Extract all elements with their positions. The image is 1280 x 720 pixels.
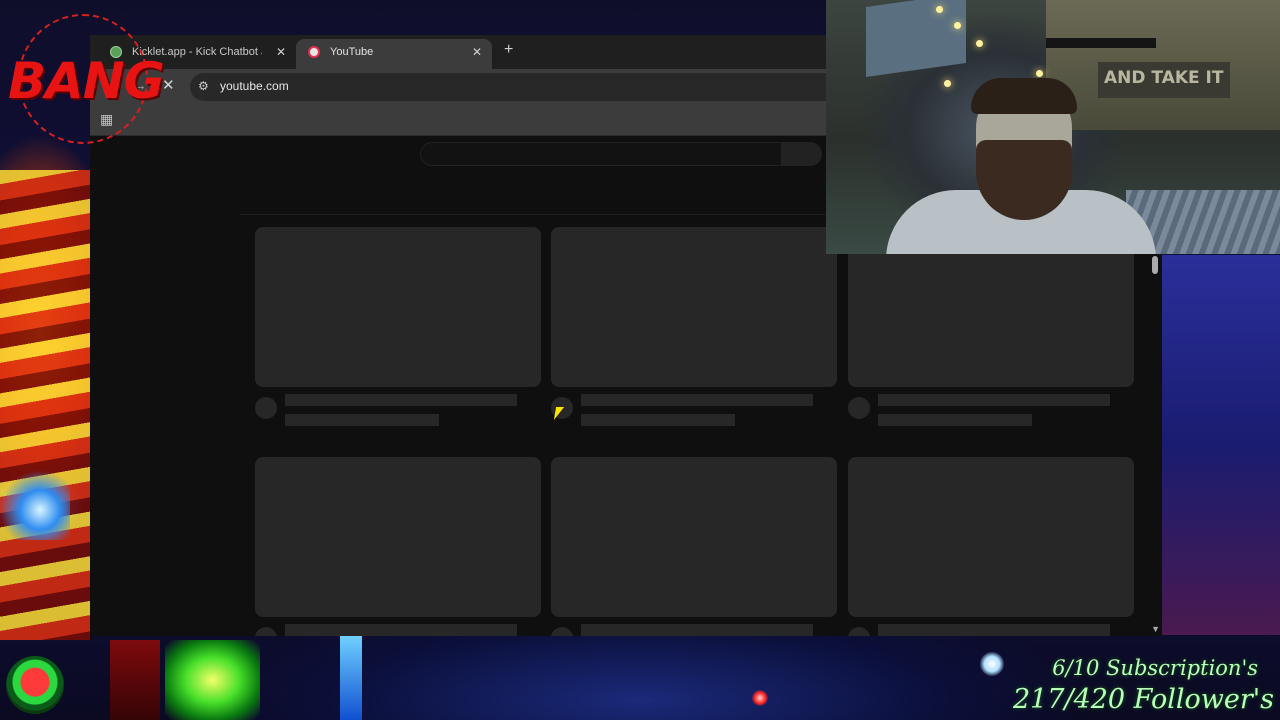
subscription-goal: 6/10 Subscription's [1052, 656, 1258, 680]
webcam-feed: AND TAKE IT [826, 0, 1280, 254]
avatar-placeholder [255, 397, 277, 419]
follower-goal: 217/420 Follower's [1012, 684, 1274, 715]
webcam-wall-decor [1046, 38, 1156, 48]
scroll-down-arrow-icon[interactable]: ▼ [1151, 624, 1160, 634]
white-light [980, 652, 1004, 676]
avatar-placeholder [848, 627, 870, 636]
search-input-skeleton[interactable] [420, 142, 782, 166]
avatar-placeholder [551, 627, 573, 636]
scrollbar-thumb[interactable] [1152, 256, 1158, 274]
kick-chat-icon [6, 656, 64, 714]
search-button-skeleton[interactable] [782, 142, 822, 166]
thumbnail-placeholder [551, 227, 837, 387]
neon-light-blue [0, 470, 70, 540]
tab-close-icon[interactable]: ✕ [472, 39, 482, 65]
neon-sign-left [0, 170, 92, 640]
youtube-favicon-icon [308, 46, 320, 58]
thumbnail-placeholder [551, 457, 837, 617]
thumbnail-placeholder [848, 457, 1134, 617]
meta-placeholder [285, 414, 439, 426]
tab-label: YouTube [330, 46, 374, 58]
neon-sign-red [110, 640, 160, 720]
url-text[interactable]: youtube.com [220, 79, 289, 93]
thumbnail-placeholder [255, 227, 541, 387]
title-placeholder [285, 624, 517, 636]
neon-tube-blue [340, 636, 362, 720]
logo-text: BANG [8, 52, 165, 110]
tab-close-icon[interactable]: ✕ [276, 39, 286, 65]
thumbnail-placeholder [255, 457, 541, 617]
new-tab-button[interactable]: + [504, 41, 513, 59]
title-placeholder [878, 394, 1110, 406]
title-placeholder [581, 624, 813, 636]
tab-youtube[interactable]: YouTube ✕ [296, 39, 492, 69]
background-wall-right [1160, 255, 1280, 635]
avatar-placeholder [255, 627, 277, 636]
title-placeholder [581, 394, 813, 406]
webcam-flag [866, 0, 966, 78]
meta-placeholder [878, 414, 1032, 426]
meta-placeholder [581, 414, 735, 426]
avatar-placeholder [848, 397, 870, 419]
webcam-poster-text: AND TAKE IT [1104, 68, 1224, 88]
site-settings-icon[interactable]: ⚙ [198, 79, 212, 93]
webcam-person-hair [971, 78, 1077, 114]
red-light [752, 690, 768, 706]
neon-sign-green [165, 640, 260, 720]
title-placeholder [878, 624, 1110, 636]
title-placeholder [285, 394, 517, 406]
